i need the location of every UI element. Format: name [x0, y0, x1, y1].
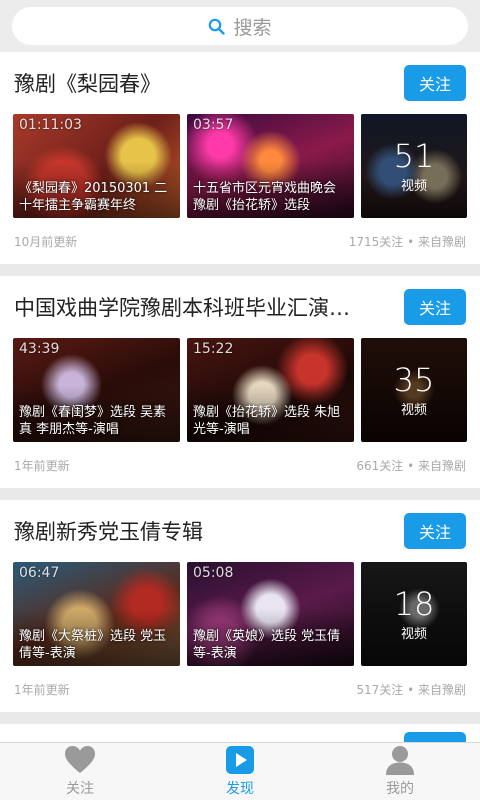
tab-discover[interactable]: 发现	[160, 743, 320, 800]
topic-card: 豫剧《梨园春》 关注 01:11:03 《梨园春》20150301 二十年擂主争…	[0, 52, 480, 264]
card-title[interactable]: 豫剧《梨园春》	[14, 68, 161, 98]
card-title[interactable]: 豫剧新秀党玉倩专辑	[14, 516, 203, 546]
video-thumbs: 06:47 豫剧《大祭桩》选段 党玉倩等-表演 05:08 豫剧《英娘》选段 党…	[0, 562, 480, 666]
updated-time: 1年前更新	[14, 682, 70, 697]
follow-meta: 1715关注 • 来自豫剧	[348, 234, 466, 249]
video-caption: 豫剧《大祭桩》选段 党玉倩等-表演	[19, 629, 167, 661]
video-thumbnail[interactable]: 01:11:03 《梨园春》20150301 二十年擂主争霸赛年终	[13, 114, 180, 218]
video-caption: 十五省市区元宵戏曲晚会 豫剧《抬花轿》选段	[193, 181, 337, 213]
video-count: 18	[393, 584, 435, 623]
card-footer: 1年前更新 661关注 • 来自豫剧	[0, 442, 480, 488]
video-duration: 05:08	[193, 565, 234, 581]
follow-button[interactable]: 关注	[404, 289, 466, 325]
card-header: 豫剧《梨园春》 关注	[0, 52, 480, 114]
tab-follow[interactable]: 关注	[0, 743, 160, 800]
tab-label: 关注	[66, 781, 94, 797]
more-videos-tile[interactable]: 35 视频	[361, 338, 467, 442]
video-count: 35	[393, 360, 435, 399]
search-icon	[208, 18, 226, 35]
search-bar[interactable]: 搜索	[12, 7, 468, 45]
follow-meta: 661关注 • 来自豫剧	[356, 458, 466, 473]
video-duration: 01:11:03	[19, 117, 82, 133]
search-area: 搜索	[0, 0, 480, 52]
video-duration: 06:47	[19, 565, 60, 581]
topic-card: 豫剧新秀党玉倩专辑 关注 06:47 豫剧《大祭桩》选段 党玉倩等-表演 05:…	[0, 500, 480, 712]
tab-label: 我的	[386, 781, 414, 797]
play-icon	[225, 744, 255, 776]
video-caption: 豫剧《英娘》选段 党玉倩等-表演	[193, 629, 341, 661]
video-count-unit: 视频	[400, 178, 427, 194]
tab-mine[interactable]: 我的	[320, 743, 480, 800]
video-thumbnail[interactable]: 03:57 十五省市区元宵戏曲晚会 豫剧《抬花轿》选段	[187, 114, 354, 218]
video-caption: 豫剧《抬花轿》选段 朱旭光等-演唱	[193, 405, 341, 437]
follow-button-partial[interactable]	[404, 732, 466, 742]
video-thumbnail[interactable]: 43:39 豫剧《春闺梦》选段 吴素真 李朋杰等-演唱	[13, 338, 180, 442]
more-overlay: 18 视频	[361, 562, 467, 666]
card-footer: 1年前更新 517关注 • 来自豫剧	[0, 666, 480, 712]
more-overlay: 51 视频	[361, 114, 467, 218]
video-count-unit: 视频	[400, 626, 427, 642]
video-thumbnail[interactable]: 15:22 豫剧《抬花轿》选段 朱旭光等-演唱	[187, 338, 354, 442]
follow-button[interactable]: 关注	[404, 65, 466, 101]
user-icon	[385, 744, 415, 776]
video-thumbnail[interactable]: 05:08 豫剧《英娘》选段 党玉倩等-表演	[187, 562, 354, 666]
card-title[interactable]: 中国戏曲学院豫剧本科班毕业汇演…	[14, 292, 350, 322]
tab-label: 发现	[226, 781, 254, 797]
feed: 豫剧《梨园春》 关注 01:11:03 《梨园春》20150301 二十年擂主争…	[0, 52, 480, 742]
video-count-unit: 视频	[400, 402, 427, 418]
video-thumbs: 43:39 豫剧《春闺梦》选段 吴素真 李朋杰等-演唱 15:22 豫剧《抬花轿…	[0, 338, 480, 442]
more-overlay: 35 视频	[361, 338, 467, 442]
video-caption: 豫剧《春闺梦》选段 吴素真 李朋杰等-演唱	[19, 405, 167, 437]
topic-card-partial	[0, 724, 480, 742]
video-thumbs: 01:11:03 《梨园春》20150301 二十年擂主争霸赛年终 03:57 …	[0, 114, 480, 218]
follow-button[interactable]: 关注	[404, 513, 466, 549]
video-duration: 15:22	[193, 341, 234, 357]
topic-card: 中国戏曲学院豫剧本科班毕业汇演… 关注 43:39 豫剧《春闺梦》选段 吴素真 …	[0, 276, 480, 488]
video-caption: 《梨园春》20150301 二十年擂主争霸赛年终	[19, 181, 168, 213]
bottom-tab-bar: 关注 发现 我的	[0, 742, 480, 800]
more-videos-tile[interactable]: 51 视频	[361, 114, 467, 218]
search-placeholder: 搜索	[233, 16, 272, 39]
more-videos-tile[interactable]: 18 视频	[361, 562, 467, 666]
video-duration: 43:39	[19, 341, 60, 357]
video-thumbnail[interactable]: 06:47 豫剧《大祭桩》选段 党玉倩等-表演	[13, 562, 180, 666]
card-header: 中国戏曲学院豫剧本科班毕业汇演… 关注	[0, 276, 480, 338]
follow-meta: 517关注 • 来自豫剧	[356, 682, 466, 697]
video-count: 51	[393, 136, 435, 175]
heart-icon	[65, 744, 95, 776]
updated-time: 10月前更新	[14, 234, 78, 249]
updated-time: 1年前更新	[14, 458, 70, 473]
card-footer: 10月前更新 1715关注 • 来自豫剧	[0, 218, 480, 264]
video-duration: 03:57	[193, 117, 234, 133]
card-header: 豫剧新秀党玉倩专辑 关注	[0, 500, 480, 562]
